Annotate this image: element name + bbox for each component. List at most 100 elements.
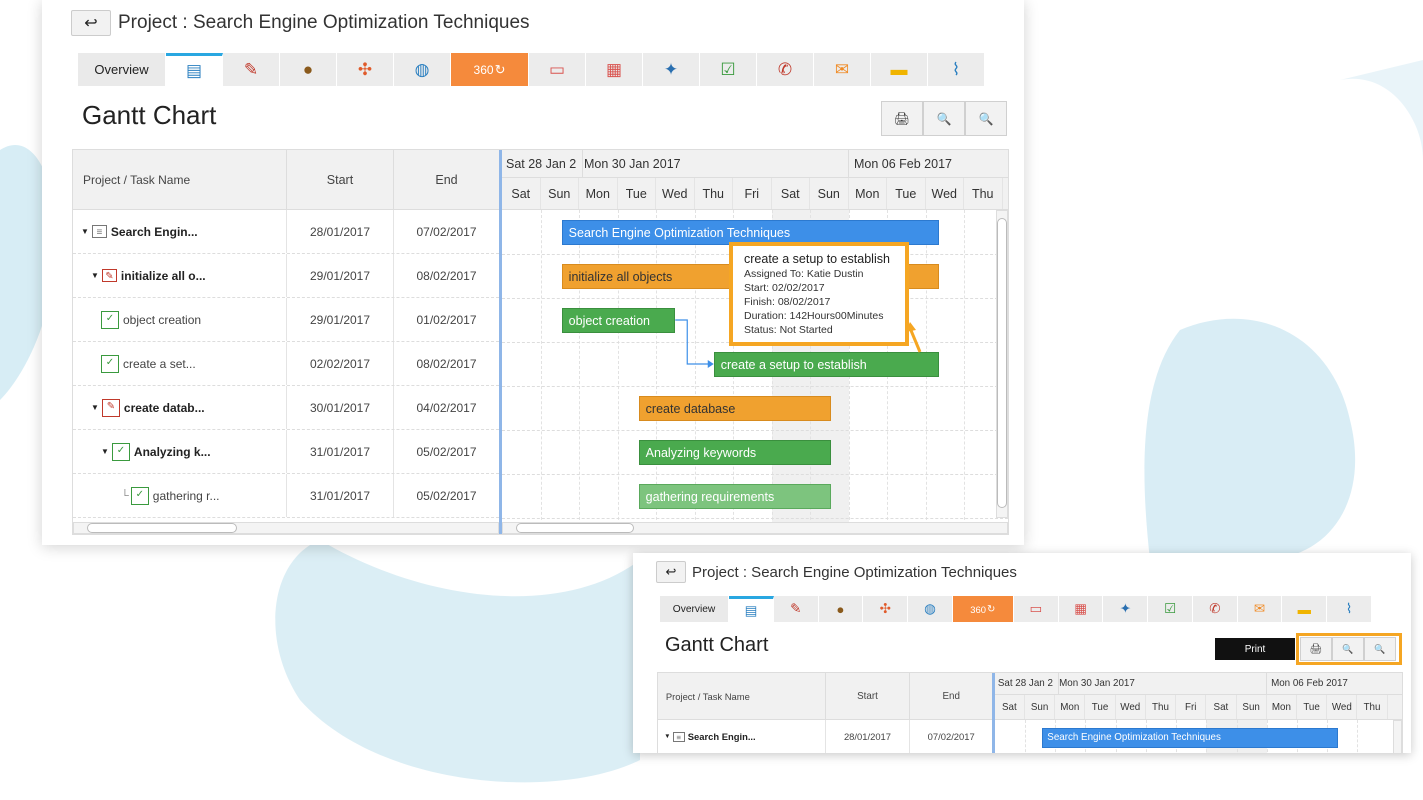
- tab-team[interactable]: ✣: [337, 53, 394, 86]
- tab-money-bag[interactable]: ●: [818, 596, 864, 622]
- tab-phone[interactable]: ✆: [757, 53, 814, 86]
- vertical-scrollbar[interactable]: [1392, 720, 1402, 753]
- tab-360[interactable]: 360 ↻: [952, 596, 1014, 622]
- gantt-bar[interactable]: Search Engine Optimization Techniques: [1041, 727, 1338, 748]
- tab-checklist[interactable]: ☑: [700, 53, 757, 86]
- zoom-in-button[interactable]: 🔍: [923, 101, 965, 136]
- gantt-bar[interactable]: object creation: [561, 308, 676, 333]
- tab-task-edit[interactable]: ✎: [223, 53, 280, 86]
- task-end-date: 08/02/2017: [416, 356, 477, 371]
- tab-globe[interactable]: ◍: [394, 53, 451, 86]
- task-end-date: 05/02/2017: [416, 444, 477, 459]
- day-label: Sat: [502, 178, 541, 209]
- tab-invoice[interactable]: ▭: [529, 53, 586, 86]
- attachment-icon: ⌇: [1345, 601, 1353, 616]
- phone-icon: ✆: [1209, 601, 1221, 616]
- task-icon: ✎: [101, 269, 117, 282]
- gantt-toolbar: 🖨 🔍 🔍: [881, 101, 1007, 136]
- tab-calendar[interactable]: ▦: [586, 53, 643, 86]
- table-row[interactable]: ✓ create a set... 02/02/2017 08/02/2017: [73, 342, 499, 386]
- row-gridline: [502, 430, 1008, 431]
- task-start-date: 28/01/2017: [287, 210, 394, 253]
- week-divider: [1266, 673, 1268, 694]
- tab-email[interactable]: ✉: [814, 53, 871, 86]
- print-button-small[interactable]: 🖨: [1300, 637, 1332, 661]
- tab-checklist[interactable]: ☑: [1148, 596, 1193, 622]
- table-row[interactable]: └ ✓ gathering r... 31/01/2017 05/02/2017: [73, 474, 499, 518]
- task-name: create a set...: [123, 356, 196, 371]
- gantt-bar[interactable]: create database: [638, 396, 832, 421]
- timeline-day-header: Sat Sun Mon Tue Wed Thu Fri Sat Sun Mon Tue Wed Thu: [502, 178, 1008, 210]
- tab-team[interactable]: ✣: [863, 596, 909, 622]
- tab-pin[interactable]: ✦: [1103, 596, 1149, 622]
- task-start-date: 31/01/2017: [287, 430, 394, 473]
- table-row[interactable]: ▼ ✓ Analyzing k... 31/01/2017 05/02/2017: [73, 430, 499, 474]
- tab-attachment[interactable]: ⌇: [928, 53, 985, 86]
- tab-attachment[interactable]: ⌇: [1327, 596, 1372, 622]
- tab-pin[interactable]: ✦: [643, 53, 700, 86]
- expand-arrow-icon[interactable]: ▼: [91, 271, 99, 280]
- expand-arrow-icon[interactable]: ▼: [81, 227, 89, 236]
- task-name-cell: ✓ create a set...: [73, 342, 287, 385]
- project-title: Project : Search Engine Optimization Tec…: [118, 12, 530, 33]
- tooltip-duration: Duration: 142Hours00Minutes: [744, 310, 884, 322]
- tab-gantt[interactable]: ▤: [166, 53, 223, 86]
- table-row[interactable]: ▼ ≡ Search Engin... 28/01/2017 07/02/2017: [73, 210, 499, 254]
- tab-bar-small: Overview ▤ ✎ ● ✣ ◍ 360 ↻ ▭ ▦ ✦ ☑ ✆ ✉ ▬ ⌇: [660, 596, 1372, 622]
- refresh-icon: ↻: [494, 61, 506, 77]
- table-row[interactable]: ▼ ✎ create datab... 30/01/2017 04/02/2017: [73, 386, 499, 430]
- expand-arrow-icon[interactable]: ▼: [91, 403, 99, 412]
- phone-icon: ✆: [777, 59, 793, 79]
- task-icon: ✎: [101, 398, 120, 417]
- expand-arrow-icon[interactable]: ▼: [664, 733, 670, 740]
- tab-note[interactable]: ▬: [871, 53, 928, 86]
- tab-phone[interactable]: ✆: [1192, 596, 1238, 622]
- tab-gantt[interactable]: ▤: [729, 596, 774, 622]
- header-small: ↩ Project : Search Engine Optimization T…: [656, 560, 1017, 584]
- print-button[interactable]: 🖨: [881, 101, 923, 136]
- gantt-bar[interactable]: Analyzing keywords: [638, 440, 832, 465]
- tab-360[interactable]: 360 ↻: [451, 53, 529, 86]
- table-row[interactable]: ▼ ✎ initialize all o... 29/01/2017 08/02/201…: [73, 254, 499, 298]
- task-tooltip: create a setup to establish Assigned To: …: [729, 242, 909, 346]
- timeline-pane: Sat 28 Jan 2 Mon 30 Jan 2017 Mon 06 Feb 20…: [994, 673, 1402, 753]
- task-icon: ✓: [101, 354, 119, 373]
- globe-icon: ◍: [414, 59, 430, 79]
- attachment-icon: ⌇: [951, 59, 961, 79]
- task-name-cell: ▼ ≡ Search Engin...: [73, 210, 287, 253]
- tab-bar: Overview ▤ ✎ ● ✣ ◍ 360 ↻ ▭ ▦ ✦ ☑ ✆ ✉ ▬ ⌇: [78, 53, 985, 86]
- timeline-scroll-thumb[interactable]: [516, 523, 634, 533]
- money-bag-icon: ●: [836, 601, 845, 617]
- task-column-header: Project / Task Name Start End: [658, 673, 993, 721]
- table-row[interactable]: ✓ object creation 29/01/2017 01/02/2017: [73, 298, 499, 342]
- task-edit-icon: ✎: [790, 601, 802, 616]
- task-name: Search Engin...: [110, 224, 198, 239]
- zoom-out-button[interactable]: 🔍: [965, 101, 1007, 136]
- tab-overview[interactable]: Overview: [78, 53, 166, 86]
- tab-email[interactable]: ✉: [1237, 596, 1283, 622]
- left-scroll-thumb[interactable]: [87, 523, 237, 533]
- day-label: Sun: [1025, 694, 1056, 720]
- tab-overview[interactable]: Overview: [660, 596, 730, 622]
- week-label: Mon 06 Feb 2017: [854, 156, 952, 171]
- gantt-bar[interactable]: gathering requirements: [638, 484, 832, 509]
- tab-money-bag[interactable]: ●: [280, 53, 337, 86]
- zoom-in-button-small[interactable]: 🔍: [1332, 637, 1364, 661]
- expand-arrow-icon[interactable]: ▼: [101, 447, 109, 456]
- task-end-date: 05/02/2017: [416, 488, 477, 503]
- back-button-small[interactable]: ↩: [656, 561, 686, 583]
- back-button[interactable]: ↩: [71, 10, 111, 36]
- tab-note[interactable]: ▬: [1282, 596, 1328, 622]
- zoom-out-button-small[interactable]: 🔍: [1364, 637, 1396, 661]
- tab-globe[interactable]: ◍: [908, 596, 953, 622]
- back-arrow-icon: ↩: [665, 564, 677, 579]
- tab-calendar[interactable]: ▦: [1058, 596, 1104, 622]
- day-label: Tue: [1085, 694, 1116, 720]
- vertical-scroll-thumb[interactable]: [997, 218, 1007, 508]
- tab-task-edit[interactable]: ✎: [773, 596, 819, 622]
- day-gridline: [579, 210, 580, 530]
- day-label: Wed: [656, 178, 695, 209]
- column-end-header: End: [942, 690, 960, 702]
- table-row[interactable]: ▼ ≡ Search Engin... 28/01/2017 07/02/2017: [658, 720, 992, 753]
- tab-invoice[interactable]: ▭: [1013, 596, 1059, 622]
